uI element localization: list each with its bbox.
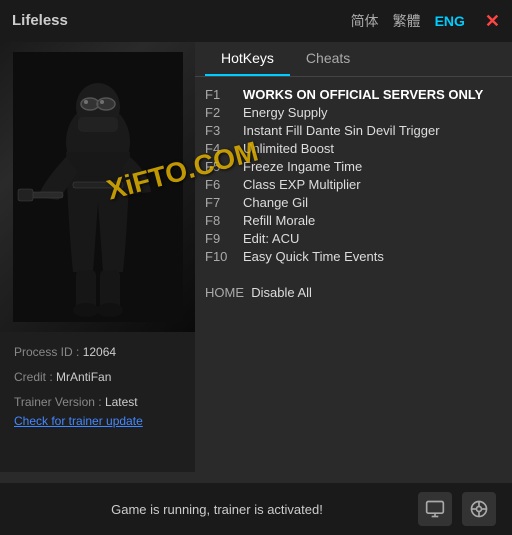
hotkey-desc: WORKS ON OFFICIAL SERVERS ONLY bbox=[243, 87, 483, 102]
hotkey-key: F2 bbox=[205, 105, 243, 120]
tab-hotkeys[interactable]: HotKeys bbox=[205, 42, 290, 76]
left-panel: Process ID : 12064 Credit : MrAntiFan Tr… bbox=[0, 42, 195, 472]
info-panel: Process ID : 12064 Credit : MrAntiFan Tr… bbox=[0, 332, 195, 440]
monitor-icon-button[interactable] bbox=[418, 492, 452, 526]
hotkey-key: F10 bbox=[205, 249, 243, 264]
hotkey-desc: Class EXP Multiplier bbox=[243, 177, 361, 192]
trainer-version-label: Trainer Version : bbox=[14, 395, 102, 409]
credit-value: MrAntiFan bbox=[56, 370, 111, 384]
hotkey-desc: Freeze Ingame Time bbox=[243, 159, 362, 174]
hotkey-desc: Refill Morale bbox=[243, 213, 315, 228]
music-icon-button[interactable] bbox=[462, 492, 496, 526]
hotkey-row: F5 Freeze Ingame Time bbox=[205, 159, 502, 174]
tab-cheats[interactable]: Cheats bbox=[290, 42, 366, 76]
hotkey-row: F1 WORKS ON OFFICIAL SERVERS ONLY bbox=[205, 87, 502, 102]
trainer-version-value: Latest bbox=[105, 395, 138, 409]
hotkey-desc: Edit: ACU bbox=[243, 231, 299, 246]
character-art bbox=[13, 52, 183, 322]
hotkey-desc: Easy Quick Time Events bbox=[243, 249, 384, 264]
hotkey-key: F1 bbox=[205, 87, 243, 102]
hotkey-desc: Instant Fill Dante Sin Devil Trigger bbox=[243, 123, 440, 138]
hotkey-row: F9 Edit: ACU bbox=[205, 231, 502, 246]
main-content: Process ID : 12064 Credit : MrAntiFan Tr… bbox=[0, 42, 512, 472]
title-area: Lifeless bbox=[12, 12, 351, 30]
hotkey-key: F4 bbox=[205, 141, 243, 156]
hotkey-row: F3 Instant Fill Dante Sin Devil Trigger bbox=[205, 123, 502, 138]
process-id-value: 12064 bbox=[83, 345, 116, 359]
lang-simplified[interactable]: 简体 bbox=[351, 11, 379, 31]
lang-english[interactable]: ENG bbox=[435, 13, 465, 29]
hotkey-row: F6 Class EXP Multiplier bbox=[205, 177, 502, 192]
credit-line: Credit : MrAntiFan bbox=[14, 369, 181, 386]
lang-traditional[interactable]: 繁體 bbox=[393, 11, 421, 31]
close-button[interactable]: ✕ bbox=[485, 11, 500, 32]
tabs: HotKeys Cheats bbox=[195, 42, 512, 77]
update-link[interactable]: Check for trainer update bbox=[14, 414, 181, 428]
top-bar: Lifeless 简体 繁體 ENG ✕ bbox=[0, 0, 512, 42]
home-row: HOME Disable All bbox=[195, 281, 512, 304]
bottom-bar: Game is running, trainer is activated! bbox=[0, 483, 512, 535]
hotkey-key: F9 bbox=[205, 231, 243, 246]
hotkey-row: F2 Energy Supply bbox=[205, 105, 502, 120]
hotkeys-list: F1 WORKS ON OFFICIAL SERVERS ONLY F2 Ene… bbox=[195, 83, 512, 271]
process-id-label: Process ID : bbox=[14, 345, 79, 359]
music-icon bbox=[469, 499, 489, 519]
hotkey-desc: Energy Supply bbox=[243, 105, 328, 120]
hotkey-row: F10 Easy Quick Time Events bbox=[205, 249, 502, 264]
hotkey-row: F4 Unlimited Boost bbox=[205, 141, 502, 156]
hotkey-desc: Change Gil bbox=[243, 195, 308, 210]
status-text: Game is running, trainer is activated! bbox=[16, 502, 418, 517]
hotkey-key: F6 bbox=[205, 177, 243, 192]
game-image bbox=[0, 42, 195, 332]
game-image-art bbox=[0, 42, 195, 332]
game-title: Lifeless bbox=[12, 12, 68, 29]
hotkey-row: F7 Change Gil bbox=[205, 195, 502, 210]
monitor-icon bbox=[425, 499, 445, 519]
hotkey-key: F3 bbox=[205, 123, 243, 138]
hotkey-row: F8 Refill Morale bbox=[205, 213, 502, 228]
credit-label: Credit : bbox=[14, 370, 53, 384]
right-panel: HotKeys Cheats F1 WORKS ON OFFICIAL SERV… bbox=[195, 42, 512, 472]
process-id-line: Process ID : 12064 bbox=[14, 344, 181, 361]
trainer-version-line: Trainer Version : Latest bbox=[14, 394, 181, 411]
hotkey-key: F8 bbox=[205, 213, 243, 228]
lang-controls: 简体 繁體 ENG ✕ bbox=[351, 11, 500, 32]
home-key: HOME bbox=[205, 285, 244, 300]
hotkey-key: F7 bbox=[205, 195, 243, 210]
home-desc: Disable All bbox=[251, 285, 312, 300]
hotkey-desc: Unlimited Boost bbox=[243, 141, 334, 156]
hotkey-key: F5 bbox=[205, 159, 243, 174]
bottom-icons bbox=[418, 492, 496, 526]
